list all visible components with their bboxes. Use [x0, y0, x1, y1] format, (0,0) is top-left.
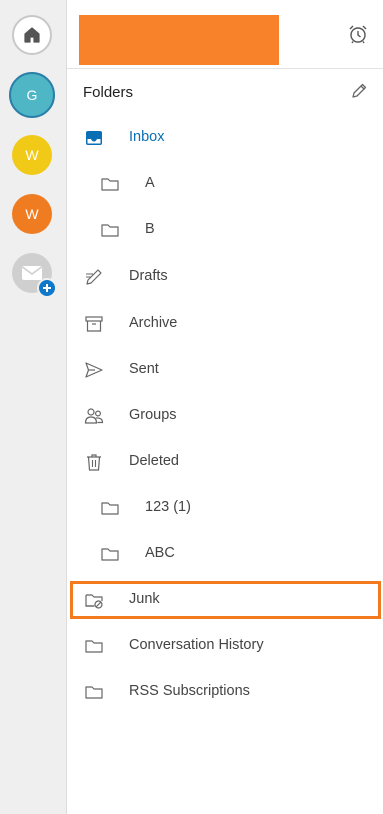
folder-panel: Folders Inbox A B Drafts Archive Sent Gr…	[67, 0, 383, 814]
folder-item-sent[interactable]: Sent	[67, 347, 383, 393]
folder-item-conversation-history[interactable]: Conversation History	[67, 623, 383, 669]
folder-label: Drafts	[129, 268, 168, 284]
folder-icon	[84, 636, 104, 656]
folder-label: Sent	[129, 361, 159, 377]
folder-label: Groups	[129, 407, 177, 423]
folder-label: Junk	[129, 591, 160, 607]
trash-icon	[84, 452, 104, 472]
account-initial: W	[25, 147, 39, 163]
archive-icon	[84, 314, 104, 334]
folder-label: B	[145, 221, 155, 237]
folder-item-deleted[interactable]: Deleted	[67, 439, 383, 485]
account-avatar-g[interactable]: G	[9, 72, 55, 118]
send-icon	[84, 360, 104, 380]
folder-item-rss-subscriptions[interactable]: RSS Subscriptions	[67, 669, 383, 715]
folder-label: 123 (1)	[145, 499, 191, 515]
pencil-icon	[84, 267, 104, 287]
folder-item-drafts[interactable]: Drafts	[67, 254, 383, 300]
account-rail: G W W	[0, 0, 67, 814]
folder-item-groups[interactable]: Groups	[67, 393, 383, 439]
folder-item-archive[interactable]: Archive	[67, 301, 383, 347]
folder-label: A	[145, 175, 155, 191]
folder-item-inbox[interactable]: Inbox	[67, 115, 383, 161]
folder-label: Archive	[129, 315, 178, 331]
folder-item-b[interactable]: B	[67, 207, 383, 253]
home-icon	[24, 27, 40, 43]
account-initial: W	[25, 206, 39, 222]
account-avatar-w-orange[interactable]: W	[12, 194, 52, 234]
add-account-button[interactable]	[12, 253, 57, 298]
account-avatar-w-yellow[interactable]: W	[12, 135, 52, 175]
folders-heading: Folders	[83, 84, 134, 101]
folder-icon	[100, 498, 120, 518]
folder-item-123[interactable]: 123 (1)	[67, 485, 383, 531]
inbox-icon	[84, 128, 104, 148]
junk-folder-icon	[84, 590, 104, 610]
alarm-clock-icon[interactable]	[347, 23, 369, 45]
edit-icon[interactable]	[350, 82, 368, 100]
folder-label: Inbox	[129, 129, 165, 145]
groups-icon	[84, 406, 104, 426]
folder-label: Conversation History	[129, 637, 264, 653]
home-button[interactable]	[12, 15, 52, 55]
folder-icon	[84, 682, 104, 702]
folder-label: ABC	[145, 545, 175, 561]
folder-item-a[interactable]: A	[67, 161, 383, 207]
redacted-account-name	[79, 15, 279, 65]
plus-icon	[37, 278, 57, 298]
folder-item-junk[interactable]: Junk	[67, 577, 383, 623]
folder-icon	[100, 544, 120, 564]
folder-icon	[100, 174, 120, 194]
folder-item-abc[interactable]: ABC	[67, 531, 383, 577]
folder-label: Deleted	[129, 453, 179, 469]
folder-label: RSS Subscriptions	[129, 683, 250, 699]
account-initial: G	[26, 87, 38, 103]
folder-icon	[100, 220, 120, 240]
panel-header	[67, 0, 383, 69]
